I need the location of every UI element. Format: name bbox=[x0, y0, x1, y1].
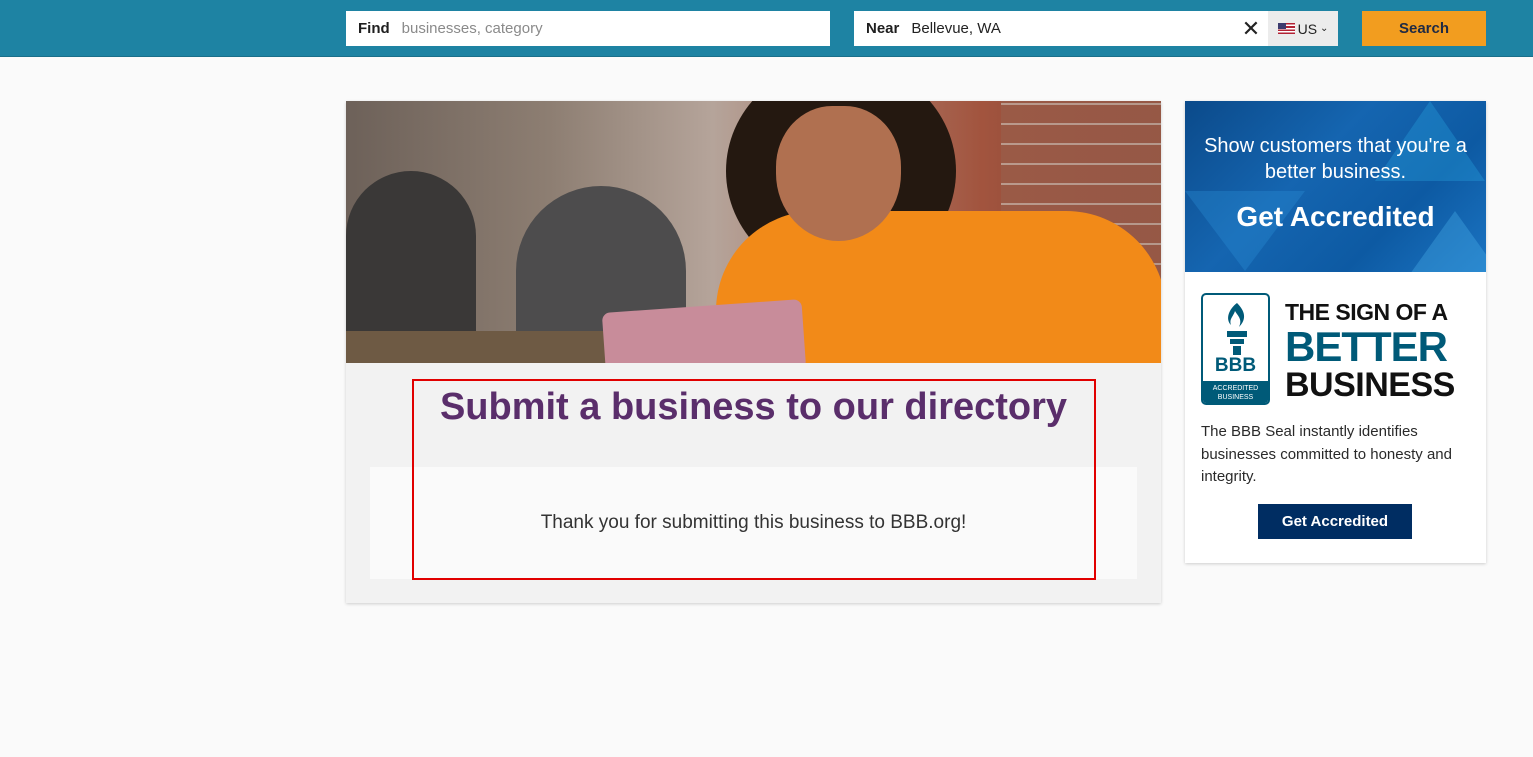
accreditation-sidebar: Show customers that you're a better busi… bbox=[1185, 101, 1486, 563]
get-accredited-button[interactable]: Get Accredited bbox=[1258, 504, 1412, 539]
bbb-seal-logo: BBB ACCREDITED BUSINESS bbox=[1201, 293, 1270, 405]
seal-bbb-text: BBB bbox=[1214, 355, 1257, 376]
seal-accredited-text: ACCREDITED BUSINESS bbox=[1203, 381, 1268, 403]
find-input[interactable] bbox=[401, 12, 830, 45]
find-field[interactable]: Find bbox=[346, 11, 830, 46]
sign-of-better-business: THE SIGN OF A BETTER BUSINESS bbox=[1285, 299, 1455, 404]
confirmation-message-box: Thank you for submitting this business t… bbox=[370, 467, 1137, 579]
accreditation-banner[interactable]: Show customers that you're a better busi… bbox=[1185, 101, 1486, 272]
us-flag-icon bbox=[1277, 23, 1295, 34]
top-search-bar: Find Near ✕ US ⌄ Search bbox=[0, 0, 1533, 57]
torch-icon bbox=[1227, 303, 1247, 355]
chevron-down-icon: ⌄ bbox=[1320, 23, 1329, 34]
seal-description: The BBB Seal instantly identifies busine… bbox=[1201, 423, 1452, 485]
sign-line-3: BUSINESS bbox=[1285, 366, 1455, 404]
submit-business-card: Submit a business to our directory Thank… bbox=[346, 101, 1161, 603]
country-code: US bbox=[1297, 20, 1318, 37]
page-title: Submit a business to our directory bbox=[439, 386, 1068, 428]
sign-line-1: THE SIGN OF A bbox=[1285, 299, 1448, 325]
near-label: Near bbox=[866, 20, 900, 37]
hero-image bbox=[346, 101, 1161, 363]
near-input[interactable] bbox=[911, 12, 1234, 45]
find-label: Find bbox=[358, 20, 390, 37]
close-icon[interactable]: ✕ bbox=[1234, 11, 1268, 46]
country-selector[interactable]: US ⌄ bbox=[1268, 11, 1338, 46]
sign-line-2: BETTER bbox=[1285, 323, 1448, 370]
banner-cta: Get Accredited bbox=[1236, 201, 1435, 232]
confirmation-message: Thank you for submitting this business t… bbox=[540, 512, 967, 533]
near-field[interactable]: Near ✕ US ⌄ bbox=[854, 11, 1338, 46]
search-button[interactable]: Search bbox=[1362, 11, 1486, 46]
banner-text: Show customers that you're a better busi… bbox=[1204, 135, 1467, 183]
